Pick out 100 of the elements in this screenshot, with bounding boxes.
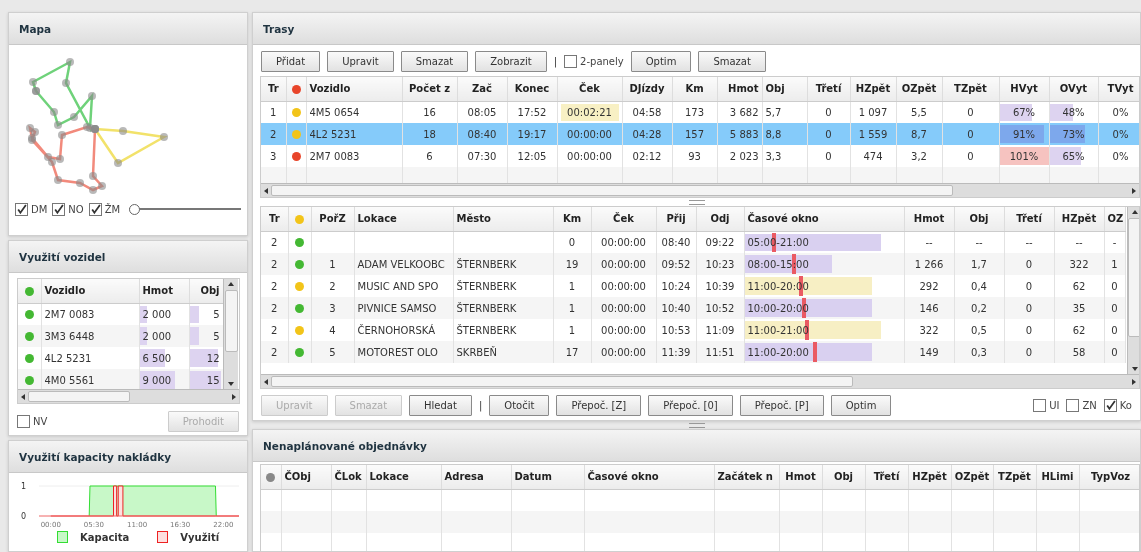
table-cell: 5 [311, 341, 354, 363]
column-header[interactable]: OZ [1104, 207, 1125, 231]
column-header[interactable]: Tr [261, 207, 288, 231]
table-row[interactable]: 2 4L2 5231 18 08:40 19:17 00:00:00 04:28 157 5 883 8,8 0 1 559 8,7 0 91% 73% 0% [261, 123, 1139, 145]
horizontal-scrollbar[interactable] [261, 374, 1139, 388]
vertical-scrollbar[interactable] [223, 279, 238, 389]
table-cell: MOTOREST OLO [354, 341, 453, 363]
column-header[interactable]: HZpět [1054, 207, 1104, 231]
column-header[interactable]: Obj [822, 465, 865, 489]
column-header[interactable]: OVyt [1049, 77, 1098, 101]
table-cell: 2 000 [142, 330, 172, 342]
column-header[interactable]: Začátek n [714, 465, 779, 489]
table-row[interactable]: 1 4M5 0654 16 08:05 17:52 00:02:21 04:58 173 3 682 5,7 0 1 097 5,5 0 67% 48% 0% [261, 101, 1139, 123]
column-header[interactable]: Lokace [354, 207, 453, 231]
column-header[interactable]: Třetí [1004, 207, 1054, 231]
column-header[interactable]: Konec [507, 77, 557, 101]
column-header[interactable]: Vozidlo [306, 77, 402, 101]
column-header[interactable]: TZpět [993, 465, 1036, 489]
column-header[interactable]: Vozidlo [41, 279, 139, 303]
checkbox[interactable]: 2-panely [564, 54, 624, 68]
panel-title: Nenaplánované objednávky [263, 439, 427, 452]
table-cell: 0 [1004, 341, 1054, 363]
column-header[interactable]: HZpět [908, 465, 951, 489]
toolbar-button[interactable]: Přepoč. [0] [648, 394, 733, 416]
toolbar-button[interactable]: Smazat [400, 50, 469, 72]
column-header[interactable]: Třetí [865, 465, 908, 489]
y-tick-label: 1 [21, 482, 27, 491]
column-header[interactable]: HZpět [850, 77, 896, 101]
slider-thumb[interactable] [129, 204, 141, 215]
column-header[interactable]: PořZ [311, 207, 354, 231]
table-cell: 48% [1062, 106, 1085, 118]
toolbar-button[interactable]: Přepoč. [Z] [556, 394, 642, 416]
column-header[interactable]: TypVoz [1079, 465, 1139, 489]
toolbar-button[interactable]: Smazat [698, 50, 766, 72]
legend-label: Využití [180, 531, 220, 543]
column-header[interactable]: TZpět [942, 77, 999, 101]
column-header[interactable]: Obj [189, 279, 223, 303]
splitter-handle[interactable] [688, 422, 705, 428]
toolbar-button[interactable]: Optim [630, 50, 692, 72]
toolbar-button[interactable]: Optim [830, 394, 892, 416]
checkbox[interactable]: DM [15, 203, 48, 216]
column-header[interactable]: TVyt [1098, 77, 1139, 101]
legend-label: Kapacita [80, 531, 130, 543]
check-icon [1104, 399, 1116, 411]
toolbar-button[interactable]: Hledat [409, 394, 472, 416]
column-header[interactable]: ČLok [331, 465, 366, 489]
column-header[interactable]: Přij [656, 207, 696, 231]
column-header[interactable]: Zač [457, 77, 507, 101]
table-cell: 17 [553, 341, 591, 363]
table-cell: SKRBEŇ [453, 341, 553, 363]
table-row[interactable]: 3 2M7 0083 6 07:30 12:05 00:00:00 02:12 93 2 023 3,3 0 474 3,2 0 101% 65% 0% [261, 145, 1139, 167]
column-header[interactable]: Adresa [441, 465, 511, 489]
column-header[interactable]: Hmot [904, 207, 954, 231]
toolbar-button[interactable]: Upravit [327, 50, 394, 72]
checkbox[interactable]: NO [52, 203, 84, 216]
column-header[interactable]: Město [453, 207, 553, 231]
toolbar-button[interactable]: Zobrazit [475, 50, 547, 72]
checkbox[interactable]: ŽM [88, 203, 121, 216]
column-header[interactable]: Časové okno [744, 207, 904, 231]
checkbox[interactable]: Ko [1103, 398, 1132, 412]
toolbar-button[interactable]: Přidat [261, 50, 321, 72]
y-tick-label: 0 [21, 512, 27, 521]
column-header[interactable]: Datum [511, 465, 584, 489]
table-cell: 149 [904, 341, 954, 363]
column-header[interactable]: OZpět [896, 77, 942, 101]
column-header[interactable]: ČObj [281, 465, 331, 489]
table-cell: 15 [206, 374, 220, 386]
table-cell-text: 00:00:00 [566, 149, 613, 164]
column-header[interactable]: Tr [261, 77, 286, 101]
column-header[interactable]: DJízdy [622, 77, 672, 101]
column-header[interactable]: HLimi [1036, 465, 1079, 489]
table-cell: 6 500 [142, 352, 172, 364]
table-cell: 11:51 [696, 341, 744, 363]
column-header[interactable]: Třetí [807, 77, 850, 101]
column-header[interactable]: Km [553, 207, 591, 231]
column-header[interactable]: Km [672, 77, 717, 101]
column-header[interactable]: Obj [762, 77, 807, 101]
column-header[interactable]: Časové okno [584, 465, 714, 489]
toolbar-button[interactable]: Přepoč. [P] [739, 394, 824, 416]
splitter-handle[interactable] [688, 199, 705, 205]
checkbox[interactable]: ZN [1066, 398, 1097, 412]
panel-title: Trasy [263, 22, 295, 35]
horizontal-scrollbar[interactable] [18, 389, 239, 403]
table-cell-text: 00:00:00 [566, 127, 613, 142]
checkbox[interactable]: NV [17, 415, 48, 428]
column-header[interactable]: Lokace [366, 465, 441, 489]
column-header[interactable]: Ček [557, 77, 622, 101]
column-header[interactable]: Odj [696, 207, 744, 231]
column-header[interactable]: Obj [954, 207, 1004, 231]
column-header[interactable]: Počet z [402, 77, 457, 101]
column-header[interactable]: HVyt [999, 77, 1049, 101]
vertical-scrollbar[interactable] [1127, 207, 1139, 374]
column-header[interactable]: OZpět [951, 465, 993, 489]
column-header[interactable]: Hmot [779, 465, 822, 489]
table-cell: 9 000 [142, 374, 172, 386]
toolbar-button[interactable]: Otočit [489, 394, 550, 416]
column-header[interactable]: Hmot [139, 279, 189, 303]
column-header[interactable]: Ček [591, 207, 656, 231]
horizontal-scrollbar[interactable] [261, 183, 1139, 197]
column-header[interactable]: Hmot [717, 77, 762, 101]
